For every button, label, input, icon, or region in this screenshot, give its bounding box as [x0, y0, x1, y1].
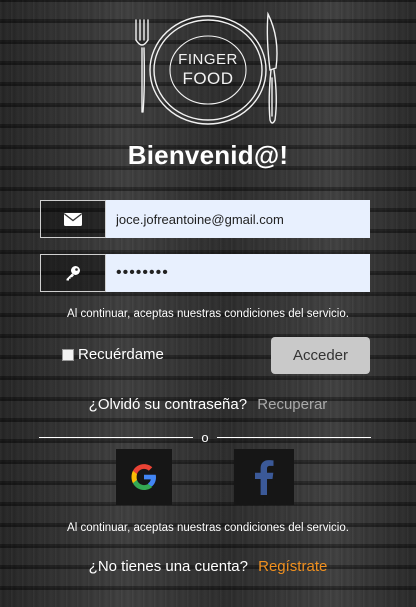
google-icon	[131, 464, 156, 490]
forgot-password-question: ¿Olvidó su contraseña?	[88, 396, 248, 413]
divider-line-right	[216, 436, 372, 438]
email-field-group	[40, 200, 370, 238]
fork-icon	[135, 19, 149, 113]
key-icon	[40, 254, 106, 292]
signup-link[interactable]: Regístrate	[258, 558, 327, 575]
knife-icon	[266, 11, 278, 124]
terms-notice: Al continuar, aceptas nuestras condicion…	[67, 308, 349, 320]
social-terms-notice: Al continuar, aceptas nuestras condicion…	[67, 522, 349, 534]
recover-password-link[interactable]: Recuperar	[257, 396, 327, 413]
google-login-button[interactable]	[116, 449, 172, 505]
login-button[interactable]: Acceder	[271, 337, 370, 374]
facebook-icon	[255, 460, 274, 495]
logo-text-food: FOOD	[182, 69, 233, 88]
welcome-title: Bienvenid@!	[127, 140, 289, 170]
or-divider: o	[39, 428, 372, 446]
password-input[interactable]	[106, 254, 370, 292]
divider-text: o	[201, 429, 209, 445]
logo-text-finger: FINGER	[178, 51, 238, 68]
remember-me-checkbox[interactable]: Recuérdame	[62, 346, 164, 363]
divider-line-left	[39, 436, 194, 438]
remember-me-label: Recuérdame	[78, 346, 164, 363]
email-input[interactable]	[106, 200, 370, 238]
finger-food-logo: FINGER FOOD	[135, 11, 278, 125]
envelope-icon	[40, 200, 106, 238]
signup-row: ¿No tienes una cuenta? Regístrate	[0, 558, 416, 575]
signup-question: ¿No tienes una cuenta?	[88, 558, 248, 575]
password-field-group	[40, 254, 370, 292]
checkbox-box[interactable]	[62, 348, 74, 361]
forgot-password-row: ¿Olvidó su contraseña? Recuperar	[0, 396, 416, 413]
facebook-login-button[interactable]	[234, 449, 294, 505]
